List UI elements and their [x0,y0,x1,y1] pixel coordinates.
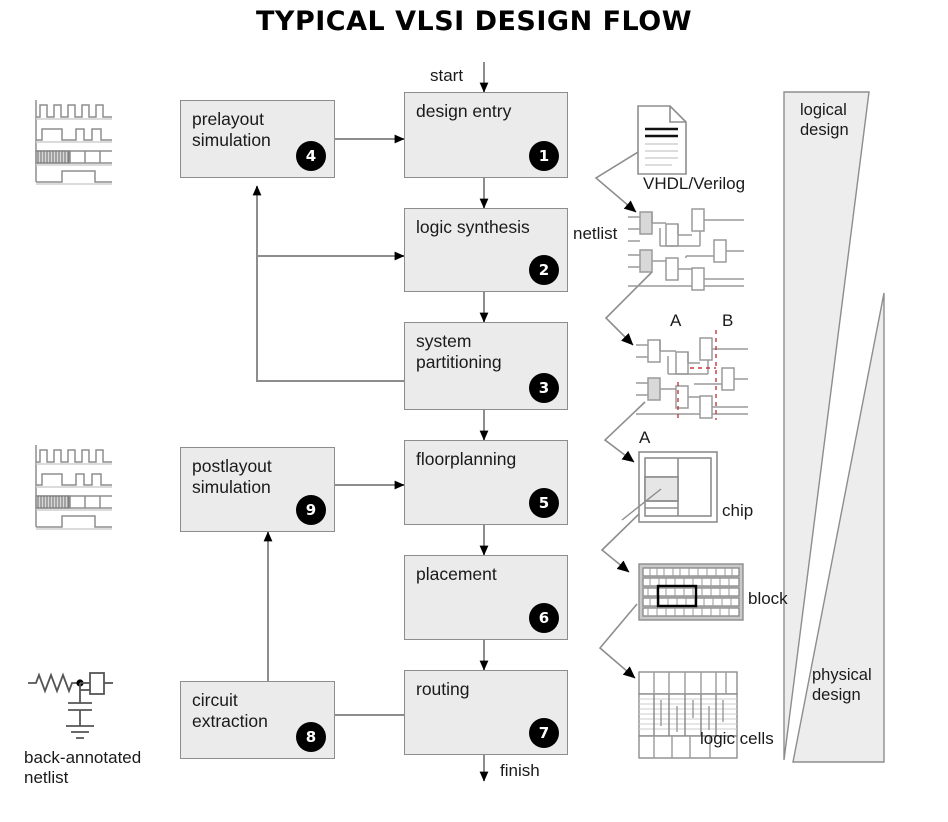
partition-b-label: B [722,311,734,330]
flow-box-label: placement [416,564,497,584]
back-annotated-netlist-label: back-annotated netlist [24,748,142,788]
partition-a-label: A [670,311,682,330]
flow-box-label: circuit extraction [192,690,268,732]
step-badge: 8 [296,722,326,752]
flow-box-circuit-extraction[interactable]: circuit extraction 8 [180,681,335,759]
start-label: start [430,66,464,85]
flow-box-prelayout-simulation[interactable]: prelayout simulation 4 [180,100,335,178]
rc-circuit-icon [28,672,113,739]
leader-chip-to-block [600,511,642,573]
logical-design-label: logical design [800,101,849,140]
flow-box-label: prelayout simulation [192,109,271,151]
flow-box-logic-synthesis[interactable]: logic synthesis 2 [404,208,568,292]
vlsi-design-flow-diagram: TYPICAL VLSI DESIGN FLOW design entry 1 … [0,0,948,822]
connector-system-partitioning-to-prelayout [252,185,404,382]
partitioned-netlist-icon [636,330,748,420]
document-icon [637,105,687,175]
flow-box-label: system partitioning [416,331,502,373]
flow-box-label: floorplanning [416,449,517,469]
finish-label: finish [500,761,540,780]
step-badge: 3 [529,373,559,403]
flow-box-placement[interactable]: placement 6 [404,555,568,640]
step-badge: 7 [529,718,559,748]
step-badge: 2 [529,255,559,285]
leader-block-to-logic-cells [598,603,638,679]
step-badge: 1 [529,141,559,171]
flow-box-floorplanning[interactable]: floorplanning 5 [404,440,568,525]
chip-label: chip [722,501,754,520]
logic-cells-label: logic cells [700,729,774,748]
flow-box-label: postlayout simulation [192,456,272,498]
step-badge: 9 [296,495,326,525]
step-badge: 5 [529,488,559,518]
block-label: block [748,589,788,608]
timing-waveform-icon-top [35,100,112,185]
step-badge: 4 [296,141,326,171]
flow-box-routing[interactable]: routing 7 [404,670,568,755]
block-rows-icon [638,563,744,621]
flow-box-system-partitioning[interactable]: system partitioning 3 [404,322,568,410]
flow-box-label: logic synthesis [416,217,530,237]
leader-netlist-to-partition [604,271,653,346]
vhdl-verilog-label: VHDL/Verilog [643,174,746,193]
chip-floorplan-icon [638,451,718,523]
step-badge: 6 [529,603,559,633]
flow-box-label: design entry [416,101,512,121]
netlist-label: netlist [573,224,618,243]
flow-box-postlayout-simulation[interactable]: postlayout simulation 9 [180,447,335,532]
flow-box-design-entry[interactable]: design entry 1 [404,92,568,178]
physical-design-label: physical design [812,666,872,705]
timing-waveform-icon-bottom [35,445,112,530]
flow-box-label: routing [416,679,470,699]
chip-a-label: A [639,428,651,447]
